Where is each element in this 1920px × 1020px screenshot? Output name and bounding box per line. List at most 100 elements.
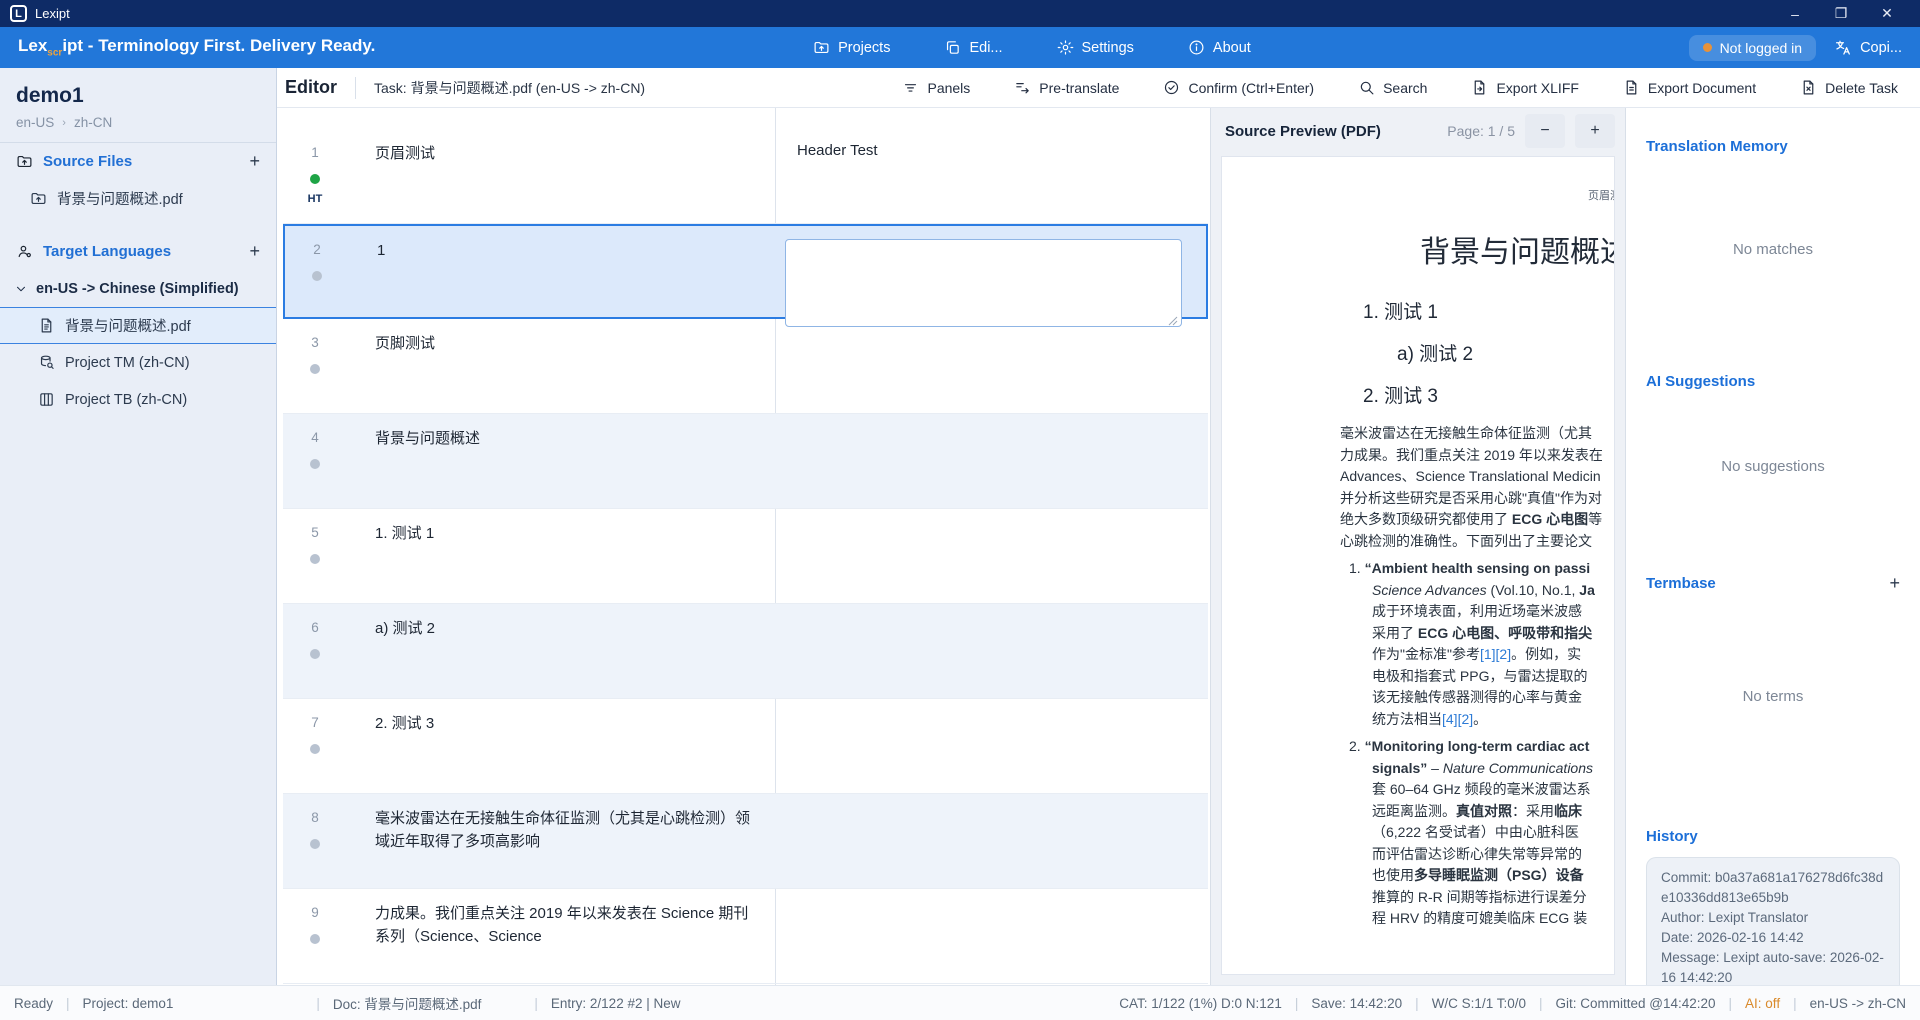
source-segment-text[interactable]: 1. 测试 1 [347,509,775,603]
minimize-button[interactable]: – [1772,6,1818,22]
status-dot-icon [310,744,320,754]
source-segment-text[interactable]: 页脚测试 [347,319,775,413]
target-segment-cell[interactable] [775,604,1208,698]
nav-item-settings[interactable]: Settings [1057,39,1134,56]
brand-sub: scr [47,48,62,59]
segment-row-5[interactable]: 5 1. 测试 1 [283,509,1208,604]
info-icon [1188,39,1205,56]
add-target-language-button[interactable]: + [249,241,260,262]
pdf-text-line: 绝大多数顶级研究都使用了 ECG 心电图等 [1222,509,1614,531]
segment-number: 3 [311,335,319,350]
delete-task-button[interactable]: Delete Task [1800,79,1898,96]
offline-dot-icon [1703,43,1712,52]
segment-number-cell: 1HT [283,129,347,223]
toolbar-button-label: Export Document [1648,80,1756,96]
add-term-button[interactable]: + [1889,573,1900,594]
segment-number: 1 [311,145,319,160]
zoom-in-button[interactable]: + [1575,114,1615,148]
pdf-page[interactable]: 页眉测试背景与问题概述1. 测试 1a) 测试 22. 测试 3毫米波雷达在无接… [1221,156,1615,975]
target-segment-cell[interactable] [775,509,1208,603]
doc-arrow-icon [1471,79,1488,96]
source-segment-text[interactable]: a) 测试 2 [347,604,775,698]
source-files-section[interactable]: Source Files + [0,143,276,180]
segment-number: 4 [311,430,319,445]
pdf-text-line: 套 60–64 GHz 频段的毫米波雷达系 [1222,779,1614,801]
preview-header: Source Preview (PDF) Page: 1 / 5 − + [1211,108,1625,154]
segment-row-4[interactable]: 4 背景与问题概述 [283,414,1208,509]
status-item-cat: CAT: 1/122 (1%) D:0 N:121 [1119,996,1282,1011]
status-item-git: Git: Committed @14:42:20 [1556,996,1716,1011]
status-dot-icon [312,271,322,281]
target-segment-cell[interactable] [775,699,1208,793]
pretranslate-button[interactable]: Pre-translate [1014,79,1119,96]
segment-row-9[interactable]: 9力成果。我们重点关注 2019 年以来发表在 Science 期刊系列（Sci… [283,889,1208,984]
panels-button[interactable]: Panels [902,79,970,96]
copilot-button[interactable]: Copi... [1834,39,1902,57]
commit-info-line: Author: Lexipt Translator [1661,908,1885,928]
source-segment-text[interactable]: 背景与问题概述 [347,414,775,508]
pdf-text-line: （6,222 名受试者）中由心脏科医 [1222,822,1614,844]
segment-row-2[interactable]: 21 [283,224,1208,319]
source-segment-text[interactable]: 力成果。我们重点关注 2019 年以来发表在 Science 期刊系列（Scie… [347,889,775,983]
source-segment-text[interactable]: 1 [349,226,777,317]
export-xliff-button[interactable]: Export XLIFF [1471,79,1578,96]
add-source-file-button[interactable]: + [249,151,260,172]
nav-item-edi[interactable]: Edi... [944,39,1002,56]
tb-title: Termbase+ [1646,573,1900,594]
segment-row-7[interactable]: 72. 测试 3 [283,699,1208,794]
segment-row-3[interactable]: 3 页脚测试 [283,319,1208,414]
pdf-doc-title: 背景与问题概述 [1420,227,1614,271]
target-segment-cell[interactable] [777,226,1206,317]
segment-number-cell: 6 [283,604,347,698]
source-segment-text[interactable]: 页眉测试 [347,129,775,223]
target-item-active-file[interactable]: 背景与问题概述.pdf [0,307,276,344]
source-segment-text[interactable]: 毫米波雷达在无接触生命体征监测（尤其是心跳检测）领域近年取得了多项高影响 [347,794,775,888]
pdf-list-item: a) 测试 2 [1397,339,1614,366]
target-lang: zh-CN [74,115,112,130]
segment-row-1[interactable]: 1HT页眉测试 Header Test [283,129,1208,224]
target-segment-cell[interactable] [775,794,1208,888]
target-segment-cell[interactable] [775,414,1208,508]
export-document-button[interactable]: Export Document [1623,79,1756,96]
target-segment-cell[interactable] [775,319,1208,413]
pdf-text-line: 远距离监测。真值对照：采用临床 [1222,801,1614,823]
search-button[interactable]: Search [1358,79,1427,96]
login-status-button[interactable]: Not logged in [1689,35,1817,61]
target-segment-cell[interactable]: Header Test [775,129,1208,223]
pdf-text-line: 心跳检测的准确性。下面列出了主要论文 [1222,531,1614,553]
language-pair-group[interactable]: en-US -> Chinese (Simplified) [0,270,276,307]
ai-title: AI Suggestions [1646,373,1900,390]
app-logo-icon: L [10,5,27,22]
segment-grid: 1HT页眉测试Header Test213页脚测试4背景与问题概述51. 测试 … [277,108,1210,985]
target-segment-text: Header Test [783,142,1194,159]
target-item-projecttmzhcn[interactable]: Project TM (zh-CN) [0,344,276,381]
status-separator: | [1729,996,1733,1011]
status-separator: | [66,996,70,1011]
target-languages-section[interactable]: Target Languages + [0,233,276,270]
maximize-button[interactable]: ❐ [1818,5,1864,22]
nav-item-about[interactable]: About [1188,39,1251,56]
pdf-text-line: 该无接触传感器测得的心率与黄金 [1222,687,1614,709]
nav-item-projects[interactable]: Projects [813,39,890,56]
tb-empty-text: No terms [1646,594,1900,798]
chevron-down-icon [14,282,28,296]
pdf-list-item: 1. 测试 1 [1363,297,1614,324]
zoom-out-button[interactable]: − [1525,114,1565,148]
segment-number: 2 [313,242,321,257]
segment-row-6[interactable]: 6a) 测试 2 [283,604,1208,699]
target-item-projecttbzhcn[interactable]: Project TB (zh-CN) [0,381,276,418]
pdf-text-line: 电极和指套式 PPG，与雷达提取的 [1222,666,1614,688]
tm-title: Translation Memory [1646,138,1900,155]
target-segment-cell[interactable] [775,889,1208,983]
confirm-ctrlenter-button[interactable]: Confirm (Ctrl+Enter) [1163,79,1314,96]
pdf-list-item: 2. 测试 3 [1363,381,1614,408]
close-button[interactable]: ✕ [1864,5,1910,22]
segment-number-cell: 2 [285,226,349,317]
source-segment-text[interactable]: 2. 测试 3 [347,699,775,793]
toolbar-divider [355,77,356,99]
segment-number: 5 [311,525,319,540]
source-file-item[interactable]: 背景与问题概述.pdf [0,180,276,217]
segment-row-8[interactable]: 8毫米波雷达在无接触生命体征监测（尤其是心跳检测）领域近年取得了多项高影响 [283,794,1208,889]
user-icon [16,243,33,260]
target-input[interactable] [785,239,1182,327]
